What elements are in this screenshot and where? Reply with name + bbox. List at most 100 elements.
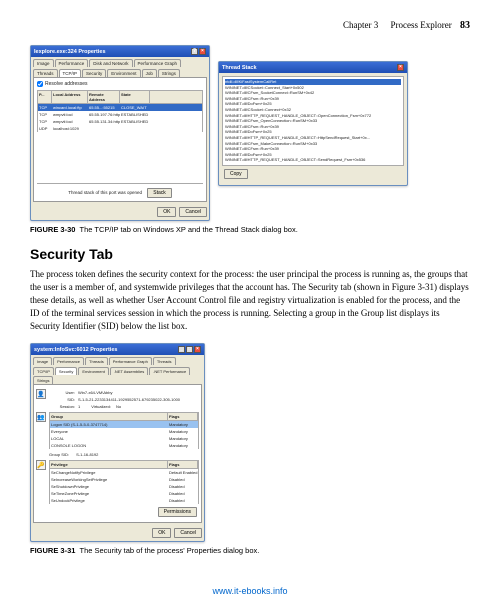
tab-net-asm[interactable]: .NET Assemblies — [110, 367, 148, 375]
table-row[interactable]: SeShutdownPrivilegeDisabled — [49, 483, 199, 490]
table-row[interactable]: EveryoneMandatory — [49, 428, 199, 435]
ok-button[interactable]: OK — [157, 207, 176, 217]
tabs-row-2: TCP/IP Security Environment .NET Assembl… — [31, 365, 204, 384]
tab-net-perf[interactable]: .NET Performance — [149, 367, 190, 375]
thread-stack-window: Thread Stack × ntdll.dll!KiFastSystemCal… — [218, 61, 408, 186]
window-title: Iexplore.exe:324 Properties — [34, 49, 106, 55]
chapter-title: Process Explorer — [391, 20, 452, 30]
table-row[interactable]: SeUndockPrivilegeDisabled — [49, 497, 199, 504]
ok-button[interactable]: OK — [152, 528, 171, 538]
tcpip-content: Resolve addresses P... Local Address Rem… — [33, 77, 207, 202]
tab-disk-network[interactable]: Disk and Network — [89, 59, 132, 67]
help-icon[interactable]: ? — [191, 48, 198, 55]
groups-table-header: Group Flags — [49, 412, 199, 421]
close-icon[interactable]: × — [397, 64, 404, 71]
properties-window-security: system:InfoSvc:6012 Properties _ □ × Ima… — [30, 343, 205, 542]
titlebar: system:InfoSvc:6012 Properties _ □ × — [31, 344, 204, 355]
cancel-button[interactable]: Cancel — [174, 528, 202, 538]
window-title: Thread Stack — [222, 65, 257, 71]
tab-tcpip[interactable]: TCP/IP — [59, 69, 82, 77]
footer-link: www.it-ebooks.info — [0, 586, 500, 596]
security-tab-body: The process token defines the security c… — [30, 268, 470, 333]
tab-threads2[interactable]: Threads — [153, 357, 176, 365]
table-row[interactable]: TCP wmpvti:locl 65.55.197.76:http ESTABL… — [37, 111, 203, 118]
table-row[interactable]: TCP wmpvti:locl 65.55.131.34:http ESTABL… — [37, 118, 203, 125]
col-flags[interactable]: Flags — [168, 413, 198, 420]
chapter-label: Chapter 3 — [343, 20, 378, 30]
tab-security[interactable]: Security — [82, 69, 106, 77]
tab-job[interactable]: Job — [142, 69, 157, 77]
maximize-icon[interactable]: □ — [186, 346, 193, 353]
tab-image[interactable]: Image — [33, 357, 52, 365]
list-item[interactable]: WININET.dll!HTTP_REQUEST_HANDLE_OBJECT::… — [225, 157, 401, 163]
status-label: Thread stack of this port was opened Sta… — [37, 188, 203, 198]
tab-tcpip[interactable]: TCP/IP — [33, 367, 54, 375]
cancel-button[interactable]: Cancel — [179, 207, 207, 217]
figure-3-30: Iexplore.exe:324 Properties ? × Image Pe… — [30, 45, 470, 221]
table-row[interactable]: LOCALMandatory — [49, 435, 199, 442]
minimize-icon[interactable]: _ — [178, 346, 185, 353]
security-content: 👤 User:Win7-x64-VM\Abby SID:S-1-5-21-223… — [33, 384, 202, 523]
permissions-button[interactable]: Permissions — [158, 507, 197, 517]
user-label: User: — [49, 390, 75, 395]
conn-table-header: P... Local Address Remote Address State — [37, 90, 203, 104]
privileges-icon: 🔑 — [36, 460, 46, 470]
priv-table-header: Privilege Flags — [49, 460, 199, 469]
table-row[interactable]: TCP wincard.local:ftp 65.55...:55215 CLO… — [37, 104, 203, 111]
sid-label: SID: — [49, 397, 75, 402]
table-row[interactable]: UDP localhost:1029 — [37, 125, 203, 132]
tabs-row-1: Image Performance Threads Performance Gr… — [31, 355, 204, 365]
tab-strings[interactable]: Strings — [33, 376, 53, 384]
ebook-link[interactable]: www.it-ebooks.info — [212, 586, 287, 596]
tab-perf-graph[interactable]: Performance Graph — [109, 357, 152, 365]
tabs-row-1: Image Performance Disk and Network Perfo… — [31, 57, 209, 67]
group-sid-value: S-1-16-8192 — [76, 452, 98, 457]
table-row[interactable]: Logon SID (S-1-5-5-0-3747714)Mandatory — [49, 421, 199, 428]
tab-environment[interactable]: Environment — [107, 69, 140, 77]
window-title: system:InfoSvc:6012 Properties — [34, 347, 117, 353]
stack-button[interactable]: Stack — [147, 188, 172, 198]
tab-perf-graph[interactable]: Performance Graph — [134, 59, 182, 67]
col-state[interactable]: State — [120, 91, 150, 103]
virtualized-label: Virtualized: — [91, 404, 111, 409]
tab-performance[interactable]: Performance — [55, 59, 89, 67]
session-label: Session: — [49, 404, 75, 409]
col-privilege[interactable]: Privilege — [50, 461, 168, 468]
figure-3-30-caption: FIGURE 3-30 The TCP/IP tab on Windows XP… — [30, 225, 470, 234]
resolve-addresses-checkbox[interactable]: Resolve addresses — [37, 81, 203, 87]
table-row[interactable]: SeIncreaseWorkingSetPrivilegeDisabled — [49, 476, 199, 483]
tab-environment[interactable]: Environment — [78, 367, 108, 375]
page-number: 83 — [460, 20, 470, 31]
groups-table-body: Logon SID (S-1-5-5-0-3747714)Mandatory E… — [49, 421, 199, 449]
close-icon[interactable]: × — [194, 346, 201, 353]
tab-threads[interactable]: Threads — [85, 357, 108, 365]
virtualized-value: No — [116, 404, 121, 409]
figure-3-31-caption: FIGURE 3-31 The Security tab of the proc… — [30, 546, 470, 555]
table-row[interactable]: SeTimeZonePrivilegeDisabled — [49, 490, 199, 497]
tab-security[interactable]: Security — [55, 367, 77, 375]
close-icon[interactable]: × — [199, 48, 206, 55]
tab-threads[interactable]: Threads — [33, 69, 58, 77]
col-priv-flags[interactable]: Flags — [168, 461, 198, 468]
col-remote[interactable]: Remote Address — [88, 91, 120, 103]
priv-table-body: SeChangeNotifyPrivilegeDefault Enabled S… — [49, 469, 199, 504]
user-value: Win7-x64-VM\Abby — [78, 390, 199, 395]
session-value: 1 — [78, 404, 80, 409]
col-local[interactable]: Local Address — [52, 91, 88, 103]
table-row[interactable]: CONSOLE LOGONMandatory — [49, 442, 199, 449]
group-sid-label: Group SID: — [49, 452, 69, 457]
tab-image[interactable]: Image — [33, 59, 54, 67]
tab-performance[interactable]: Performance — [53, 357, 84, 365]
stack-list[interactable]: ntdll.dll!KiFastSystemCallRet WININET.dl… — [222, 76, 404, 166]
copy-button[interactable]: Copy — [224, 169, 248, 179]
groups-icon: 👥 — [36, 412, 46, 422]
col-group[interactable]: Group — [50, 413, 168, 420]
conn-table-body: TCP wincard.local:ftp 65.55...:55215 CLO… — [37, 104, 203, 184]
titlebar: Thread Stack × — [219, 62, 407, 73]
properties-window-tcpip: Iexplore.exe:324 Properties ? × Image Pe… — [30, 45, 210, 221]
page-header: Chapter 3 Process Explorer 83 — [30, 20, 470, 31]
tab-strings[interactable]: Strings — [158, 69, 180, 77]
col-proto[interactable]: P... — [38, 91, 52, 103]
user-icon: 👤 — [36, 389, 46, 399]
table-row[interactable]: SeChangeNotifyPrivilegeDefault Enabled — [49, 469, 199, 476]
